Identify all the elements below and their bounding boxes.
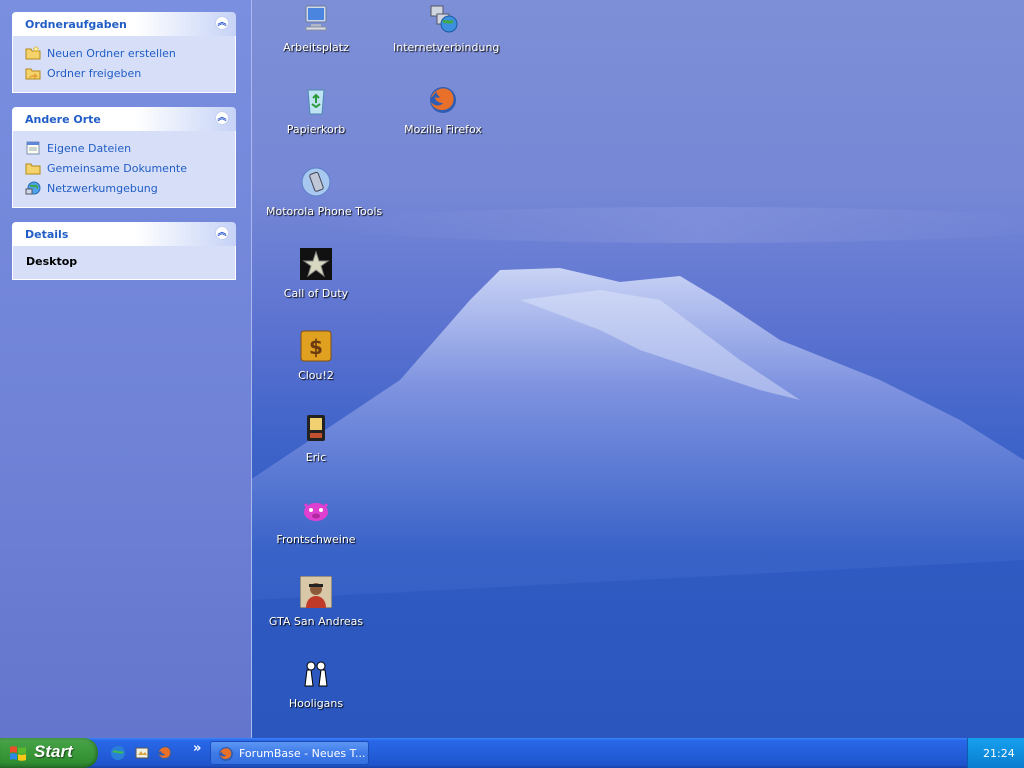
other-places-header[interactable]: Andere Orte ︽: [12, 107, 236, 131]
desktop-icon-label: Arbeitsplatz: [283, 41, 349, 54]
desktop-icon-eric[interactable]: Eric: [266, 412, 366, 464]
desktop-icon-label: Mozilla Firefox: [404, 123, 482, 136]
ie-icon[interactable]: [110, 745, 126, 761]
taskbar: Start » ForumBase - Neues T... 21:24: [0, 738, 1024, 768]
place-shared-documents[interactable]: Gemeinsame Dokumente: [25, 158, 223, 178]
taskbar-window-button[interactable]: ForumBase - Neues T...: [210, 741, 369, 765]
task-new-folder-label: Neuen Ordner erstellen: [47, 46, 176, 60]
other-places-panel: Andere Orte ︽ Eigene Dateien Gemeinsame …: [12, 107, 236, 208]
desktop-icon-label: Frontschweine: [276, 533, 356, 546]
quick-launch-more-chevron-icon[interactable]: »: [193, 741, 201, 756]
place-my-documents-label: Eigene Dateien: [47, 141, 132, 155]
svg-text:$: $: [309, 335, 323, 359]
place-network-label: Netzwerkumgebung: [47, 181, 158, 195]
system-tray: 21:24: [967, 738, 1024, 768]
firefox-icon[interactable]: [157, 745, 173, 761]
recycle-bin-icon: [307, 89, 325, 115]
eric-icon: [307, 415, 325, 441]
place-my-documents[interactable]: Eigene Dateien: [25, 138, 223, 158]
desktop-icon-internetverbindung[interactable]: Internetverbindung: [393, 2, 500, 54]
details-name: Desktop: [26, 255, 78, 268]
desktop-icon-frontschweine[interactable]: Frontschweine: [266, 494, 366, 546]
gta-icon: [299, 575, 333, 609]
phone-tools-icon: [301, 167, 331, 197]
start-button[interactable]: Start: [0, 738, 98, 768]
share-folder-icon: [25, 68, 41, 80]
shared-documents-icon: [25, 163, 41, 175]
desktop-icon-label: Papierkorb: [286, 123, 346, 136]
folder-tasks-panel: Ordneraufgaben ︽ Neuen Ordner erstellen …: [12, 12, 236, 93]
show-desktop-icon[interactable]: [134, 745, 150, 761]
collapse-chevron-icon[interactable]: ︽: [215, 111, 229, 125]
desktop-icon-call-of-duty[interactable]: Call of Duty: [266, 248, 366, 300]
details-panel: Details ︽ Desktop: [12, 222, 236, 280]
desktop-icon-label: Call of Duty: [283, 287, 349, 300]
collapse-chevron-icon[interactable]: ︽: [215, 16, 229, 30]
place-network[interactable]: Netzwerkumgebung: [25, 178, 223, 198]
start-label: Start: [34, 742, 73, 761]
desktop-icon-label: Internetverbindung: [393, 41, 500, 54]
desktop-icon-label: Motorola Phone Tools: [266, 205, 383, 218]
desktop-icon-gta[interactable]: GTA San Andreas: [266, 575, 366, 628]
other-places-body: Eigene Dateien Gemeinsame Dokumente Netz…: [12, 131, 236, 208]
desktop-icon-label: Eric: [305, 451, 327, 464]
desktop-icon-clou2[interactable]: $ Clou!2: [266, 330, 366, 382]
firefox-icon: [219, 747, 233, 761]
my-computer-icon: [305, 5, 327, 31]
folder-tasks-header[interactable]: Ordneraufgaben ︽: [12, 12, 236, 36]
details-header[interactable]: Details ︽: [12, 222, 236, 246]
firefox-icon: [430, 87, 456, 113]
desktop-icon-arbeitsplatz[interactable]: Arbeitsplatz: [266, 2, 366, 54]
taskbar-window-label: ForumBase - Neues T...: [239, 747, 366, 760]
clou2-icon: $: [300, 330, 332, 362]
desktop-icon-papierkorb[interactable]: Papierkorb: [266, 84, 366, 136]
collapse-chevron-icon[interactable]: ︽: [215, 226, 229, 240]
task-new-folder[interactable]: Neuen Ordner erstellen: [25, 43, 223, 63]
task-share-folder-label: Ordner freigeben: [47, 66, 142, 80]
clock[interactable]: 21:24: [983, 747, 1015, 760]
desktop-icon-label: GTA San Andreas: [268, 615, 364, 628]
folder-tasks-body: Neuen Ordner erstellen Ordner freigeben: [12, 36, 236, 93]
internet-connection-icon: [430, 5, 458, 33]
desktop-icon-motorola[interactable]: Motorola Phone Tools: [266, 166, 383, 218]
details-title: Details: [25, 228, 69, 241]
my-documents-icon: [26, 141, 40, 155]
task-pane: Ordneraufgaben ︽ Neuen Ordner erstellen …: [0, 0, 252, 738]
desktop-icon-label: Hooligans: [288, 697, 344, 710]
network-places-icon: [25, 181, 41, 195]
call-of-duty-icon: [300, 248, 332, 280]
windows-logo-icon: [10, 746, 26, 761]
hooligans-icon: [304, 661, 328, 687]
desktop-icon-label: Clou!2: [298, 369, 334, 382]
details-body: Desktop: [12, 246, 236, 280]
place-shared-documents-label: Gemeinsame Dokumente: [47, 161, 187, 175]
other-places-title: Andere Orte: [25, 113, 101, 126]
new-folder-icon: [25, 45, 41, 60]
desktop-icon-hooligans[interactable]: Hooligans: [266, 658, 366, 710]
folder-tasks-title: Ordneraufgaben: [25, 18, 127, 31]
frontschweine-icon: [303, 503, 329, 521]
desktop[interactable]: Ordneraufgaben ︽ Neuen Ordner erstellen …: [0, 0, 1024, 738]
task-share-folder[interactable]: Ordner freigeben: [25, 63, 223, 83]
desktop-icon-firefox[interactable]: Mozilla Firefox: [393, 84, 493, 136]
